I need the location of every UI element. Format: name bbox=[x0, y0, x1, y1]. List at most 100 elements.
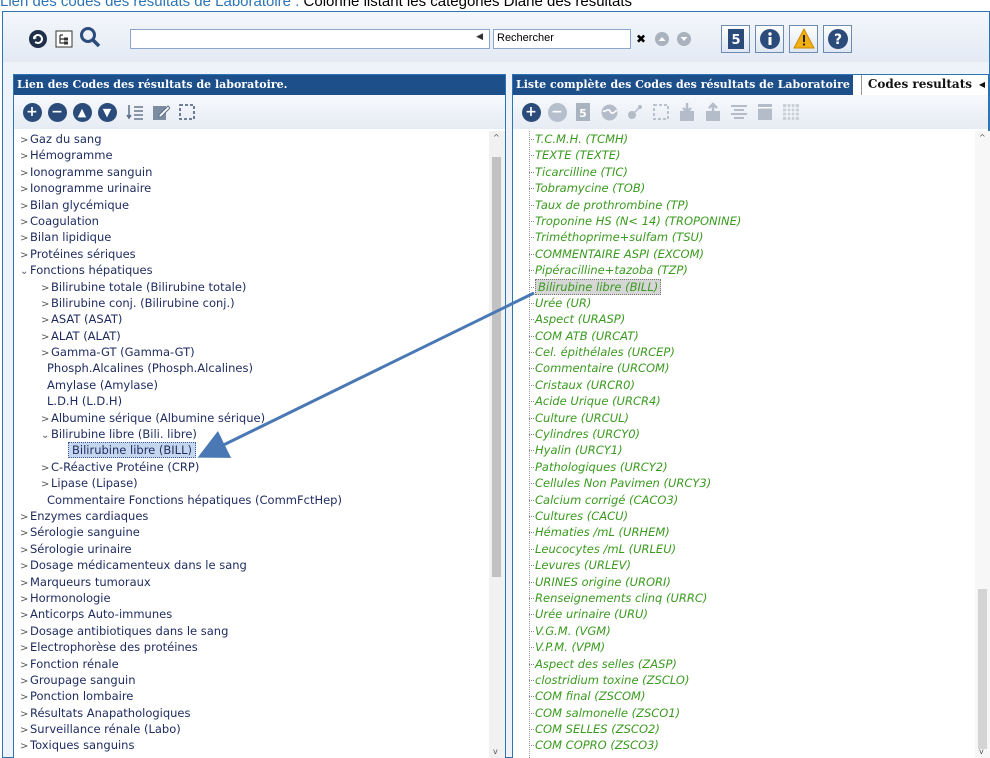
tree-item[interactable]: > Sérologie urinaire bbox=[14, 541, 342, 557]
chevron-right-icon[interactable]: > bbox=[20, 739, 30, 755]
code-list-item[interactable]: Urée (UR) bbox=[513, 295, 741, 311]
document-five-icon[interactable]: 5 bbox=[573, 102, 593, 122]
search-magnifier-icon[interactable] bbox=[79, 26, 101, 48]
tree-item[interactable]: > Ponction lombaire bbox=[14, 688, 342, 704]
code-list-item[interactable]: Urée urinaire (URU) bbox=[513, 606, 741, 622]
search-previous-button[interactable] bbox=[653, 29, 671, 49]
tree-item[interactable]: > Bilirubine totale (Bilirubine totale) bbox=[14, 279, 342, 295]
code-list-item[interactable]: Pathologiques (URCY2) bbox=[513, 459, 741, 475]
tree-item[interactable]: > Hémogramme bbox=[14, 147, 342, 163]
tree-item[interactable]: > Fonction rénale bbox=[14, 656, 342, 672]
tree-item[interactable]: ⌄ Fonctions hépatiques bbox=[14, 262, 342, 278]
code-list-item[interactable]: URINES origine (URORI) bbox=[513, 574, 741, 590]
left-scrollbar-thumb[interactable] bbox=[492, 157, 501, 577]
tree-item[interactable]: > Marqueurs tumoraux bbox=[14, 574, 342, 590]
code-list-item[interactable]: Acide Urique (URCR4) bbox=[513, 393, 741, 409]
tree-item[interactable]: > Ionogramme sanguin bbox=[14, 164, 342, 180]
move-up-icon[interactable]: ▲ bbox=[72, 102, 92, 122]
code-list-item[interactable]: COM ATB (URCAT) bbox=[513, 328, 741, 344]
code-list-item[interactable]: TEXTE (TEXTE) bbox=[513, 147, 741, 163]
code-list-item[interactable]: Cel. épithélales (URCEP) bbox=[513, 344, 741, 360]
export-icon[interactable] bbox=[703, 102, 723, 122]
tab-scroll-left-icon[interactable]: ◀ bbox=[979, 79, 985, 89]
warning-button[interactable] bbox=[789, 25, 818, 53]
code-list-item[interactable]: Hyalin (URCY1) bbox=[513, 442, 741, 458]
dropdown-arrow-icon[interactable]: ◀ bbox=[476, 32, 483, 42]
add-code-icon[interactable]: + bbox=[521, 102, 541, 122]
code-list-item[interactable]: Leucocytes /mL (URLEU) bbox=[513, 541, 741, 557]
tree-item[interactable]: > Coagulation bbox=[14, 213, 342, 229]
edit-icon[interactable] bbox=[151, 102, 171, 122]
left-scrollbar[interactable]: ^ v bbox=[489, 131, 505, 758]
code-list-item[interactable]: Troponine HS (N< 14) (TROPONINE) bbox=[513, 213, 741, 229]
tree-item[interactable]: > Sérologie sanguine bbox=[14, 524, 342, 540]
grid-icon[interactable] bbox=[781, 102, 801, 122]
sort-icon[interactable] bbox=[125, 102, 145, 122]
code-list-item[interactable]: Taux de prothrombine (TP) bbox=[513, 197, 741, 213]
tree-item[interactable]: > Lipase (Lipase) bbox=[14, 475, 342, 491]
tree-item[interactable]: ⌄ Bilirubine libre (Bili. libre) bbox=[14, 426, 342, 442]
right-scrollbar[interactable]: ^ v bbox=[975, 131, 990, 758]
molecule-icon[interactable] bbox=[625, 102, 645, 122]
code-list-item[interactable]: COMMENTAIRE ASPI (EXCOM) bbox=[513, 246, 741, 262]
code-list-item[interactable]: Cylindres (URCY0) bbox=[513, 426, 741, 442]
code-list-item[interactable]: Tobramycine (TOB) bbox=[513, 180, 741, 196]
tree-item[interactable]: > Groupage sanguin bbox=[14, 672, 342, 688]
align-center-icon[interactable] bbox=[729, 102, 749, 122]
tree-item[interactable]: > Protéines sériques bbox=[14, 246, 342, 262]
code-list-item[interactable]: Renseignements clinq (URRC) bbox=[513, 590, 741, 606]
filter-combobox[interactable]: ◀ bbox=[130, 29, 490, 49]
add-icon[interactable]: + bbox=[22, 102, 42, 122]
tree-item[interactable]: > Toxiques sanguins bbox=[14, 737, 342, 753]
tree-item[interactable]: > Dosage médicamenteux dans le sang bbox=[14, 557, 342, 573]
right-scrollbar-thumb[interactable] bbox=[978, 589, 987, 749]
import-icon[interactable] bbox=[677, 102, 697, 122]
remove-code-icon[interactable]: − bbox=[547, 102, 567, 122]
remove-icon[interactable]: − bbox=[47, 102, 67, 122]
tree-item[interactable]: > Dosage antibiotiques dans le sang bbox=[14, 623, 342, 639]
tree-item[interactable]: > Albumine sérique (Albumine sérique) bbox=[14, 410, 342, 426]
tree-item[interactable]: > Bilan glycémique bbox=[14, 197, 342, 213]
code-list-item[interactable]: Commentaire (URCOM) bbox=[513, 360, 741, 376]
code-list-item[interactable]: Bilirubine libre (BILL) bbox=[513, 278, 741, 295]
tree-item[interactable]: > ASAT (ASAT) bbox=[14, 311, 342, 327]
select-area-icon[interactable] bbox=[651, 102, 671, 122]
search-next-button[interactable] bbox=[675, 29, 693, 49]
globe-link-icon[interactable] bbox=[599, 102, 619, 122]
code-list-item[interactable]: Cultures (CACU) bbox=[513, 508, 741, 524]
code-list-item[interactable]: COM SELLES (ZSCO2) bbox=[513, 721, 741, 737]
tree-item[interactable]: > Gaz du sang bbox=[14, 131, 342, 147]
tree-structure-icon[interactable] bbox=[53, 28, 75, 50]
tree-item[interactable]: Phosph.Alcalines (Phosph.Alcalines) bbox=[14, 360, 342, 376]
tree-item[interactable]: > ALAT (ALAT) bbox=[14, 328, 342, 344]
code-list-item[interactable]: Triméthoprime+sulfam (TSU) bbox=[513, 229, 741, 245]
code-list-item[interactable]: COM final (ZSCOM) bbox=[513, 688, 741, 704]
code-list-item[interactable]: Ticarcilline (TIC) bbox=[513, 164, 741, 180]
refresh-icon[interactable] bbox=[27, 28, 49, 50]
tree-item[interactable]: Amylase (Amylase) bbox=[14, 377, 342, 393]
tree-item[interactable]: > C-Réactive Protéine (CRP) bbox=[14, 459, 342, 475]
code-list-item[interactable]: Calcium corrigé (CACO3) bbox=[513, 492, 741, 508]
tree-item[interactable]: > Ionogramme urinaire bbox=[14, 180, 342, 196]
code-list-item[interactable]: Aspect (URASP) bbox=[513, 311, 741, 327]
code-list-item[interactable]: Aspect des selles (ZASP) bbox=[513, 656, 741, 672]
search-input[interactable]: Rechercher bbox=[493, 29, 631, 49]
tree-item[interactable]: > Hormonologie bbox=[14, 590, 342, 606]
tree-item[interactable]: > Electrophorèse des protéines bbox=[14, 639, 342, 655]
tree-item[interactable]: > Surveillance rénale (Labo) bbox=[14, 721, 342, 737]
code-list-item[interactable]: V.G.M. (VGM) bbox=[513, 623, 741, 639]
code-list-item[interactable]: COM salmonelle (ZSCO1) bbox=[513, 705, 741, 721]
tree-item[interactable]: > Anticorps Auto-immunes bbox=[14, 606, 342, 622]
clear-search-icon[interactable]: ✖ bbox=[633, 29, 649, 49]
tree-item[interactable]: > Bilirubine conj. (Bilirubine conj.) bbox=[14, 295, 342, 311]
tree-item[interactable]: > Bilan lipidique bbox=[14, 229, 342, 245]
code-list-item[interactable]: Culture (URCUL) bbox=[513, 410, 741, 426]
code-list-item[interactable]: V.P.M. (VPM) bbox=[513, 639, 741, 655]
code-list-item[interactable]: Levures (URLEV) bbox=[513, 557, 741, 573]
tree-item[interactable]: Bilirubine libre (BILL) bbox=[14, 442, 342, 459]
code-list-item[interactable]: Pipéracilline+tazoba (TZP) bbox=[513, 262, 741, 278]
column-icon[interactable] bbox=[755, 102, 775, 122]
code-list-item[interactable]: COM COPRO (ZSCO3) bbox=[513, 737, 741, 753]
tree-item[interactable]: Commentaire Fonctions hépatiques (CommFc… bbox=[14, 492, 342, 508]
tree-item[interactable]: > Enzymes cardiaques bbox=[14, 508, 342, 524]
